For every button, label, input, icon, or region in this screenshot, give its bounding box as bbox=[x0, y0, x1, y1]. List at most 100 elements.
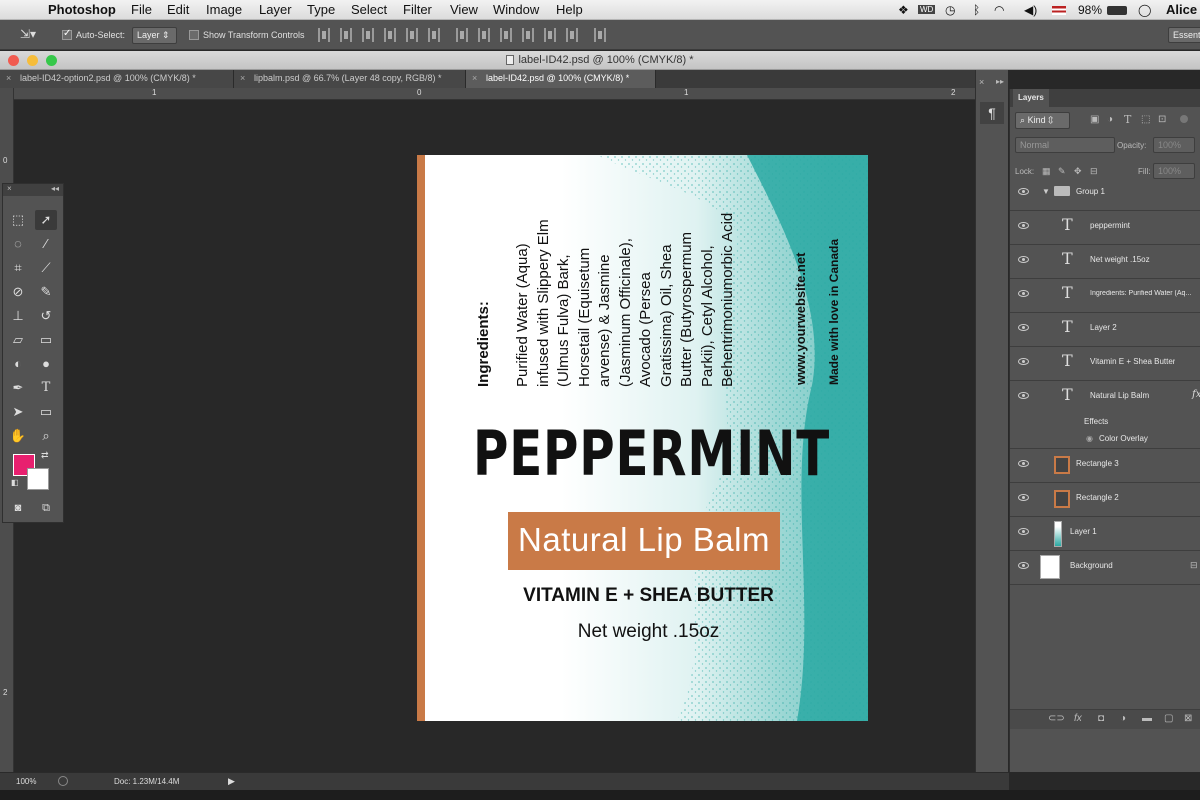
eye-icon[interactable] bbox=[1018, 392, 1029, 399]
screen-mode-icon[interactable]: ⧉ bbox=[35, 498, 57, 518]
tab-lipbalm[interactable]: × lipbalm.psd @ 66.7% (Layer 48 copy, RGB… bbox=[234, 70, 466, 88]
show-transform-checkbox[interactable] bbox=[189, 30, 199, 40]
status-export-icon[interactable] bbox=[58, 776, 68, 786]
menu-image[interactable]: Image bbox=[206, 2, 242, 17]
tab-label-id42[interactable]: × label-ID42.psd @ 100% (CMYK/8) * bbox=[466, 70, 656, 88]
battery-percent[interactable]: 98% bbox=[1078, 3, 1102, 17]
panel-close-icon[interactable]: × bbox=[7, 184, 12, 193]
hand-tool-icon[interactable]: ✋ bbox=[7, 426, 29, 446]
align-top-edges-icon[interactable] bbox=[318, 28, 330, 42]
swap-colors-icon[interactable]: ⇄ bbox=[41, 450, 49, 461]
layer-row-vitamin[interactable]: T Vitamin E + Shea Butter bbox=[1010, 347, 1200, 381]
menu-window[interactable]: Window bbox=[493, 2, 539, 17]
history-brush-tool-icon[interactable]: ↺ bbox=[35, 306, 57, 326]
layer-row-layer-1[interactable]: Layer 1 bbox=[1010, 517, 1200, 551]
auto-select-dropdown[interactable]: Layer ⇕ bbox=[132, 27, 177, 44]
lock-transparent-icon[interactable]: ▦ bbox=[1042, 166, 1051, 177]
menu-filter[interactable]: Filter bbox=[403, 2, 432, 17]
add-style-icon[interactable]: fx bbox=[1074, 713, 1082, 724]
new-group-icon[interactable]: ▬ bbox=[1142, 713, 1152, 724]
marquee-tool-icon[interactable]: ⬚ bbox=[7, 210, 29, 230]
adjustment-layer-icon[interactable]: ◑ bbox=[1120, 713, 1126, 724]
volume-icon[interactable]: ◀) bbox=[1024, 3, 1037, 17]
paragraph-panel-icon[interactable]: ¶ bbox=[980, 102, 1004, 124]
eye-icon[interactable] bbox=[1018, 528, 1029, 535]
menu-edit[interactable]: Edit bbox=[167, 2, 189, 17]
eye-icon[interactable] bbox=[1018, 256, 1029, 263]
eye-icon[interactable] bbox=[1018, 494, 1029, 501]
color-overlay-effect[interactable]: Color Overlay bbox=[1099, 434, 1148, 443]
tab-close-icon[interactable]: × bbox=[472, 70, 477, 87]
type-tool-icon[interactable]: T bbox=[35, 378, 57, 398]
distribute-top-icon[interactable] bbox=[456, 28, 468, 42]
filter-adjustment-icon[interactable]: ◑ bbox=[1107, 114, 1113, 125]
dodge-tool-icon[interactable]: ● bbox=[35, 354, 57, 374]
menu-help[interactable]: Help bbox=[556, 2, 583, 17]
brush-tool-icon[interactable]: ✎ bbox=[35, 282, 57, 302]
delete-layer-icon[interactable]: ⊠ bbox=[1184, 713, 1192, 724]
menu-file[interactable]: File bbox=[131, 2, 152, 17]
layer-row-ingredients[interactable]: T Ingredients: Purified Water (Aq... bbox=[1010, 279, 1200, 313]
minimize-window-button[interactable] bbox=[27, 55, 38, 66]
group-expand-icon[interactable]: ▼ bbox=[1042, 187, 1050, 196]
default-colors-icon[interactable]: ◧ bbox=[11, 478, 19, 487]
battery-icon[interactable] bbox=[1107, 6, 1127, 15]
crop-tool-icon[interactable]: ⌗ bbox=[7, 258, 29, 278]
distribute-left-icon[interactable] bbox=[522, 28, 534, 42]
filter-shape-icon[interactable]: ⬚ bbox=[1141, 114, 1150, 125]
add-mask-icon[interactable]: ◘ bbox=[1098, 713, 1104, 724]
filter-type-icon[interactable]: T bbox=[1124, 113, 1131, 126]
filter-pixel-icon[interactable]: ▣ bbox=[1090, 114, 1099, 125]
user-name[interactable]: Alice bbox=[1166, 2, 1197, 17]
magic-wand-tool-icon[interactable]: ⁄ bbox=[35, 234, 57, 254]
tab-close-icon[interactable]: × bbox=[240, 70, 245, 87]
distribute-hcenter-icon[interactable] bbox=[544, 28, 556, 42]
panel-close-icon[interactable]: × bbox=[979, 77, 984, 87]
distribute-bottom-icon[interactable] bbox=[500, 28, 512, 42]
lock-position-icon[interactable]: ✥ bbox=[1074, 166, 1082, 177]
eye-icon[interactable] bbox=[1018, 358, 1029, 365]
tab-close-icon[interactable]: × bbox=[6, 70, 11, 87]
link-layers-icon[interactable]: ⊂⊃ bbox=[1048, 713, 1065, 724]
panel-expand-icon[interactable]: ▸▸ bbox=[996, 77, 1004, 86]
layers-tab[interactable]: Layers bbox=[1013, 89, 1049, 107]
auto-align-layers-icon[interactable] bbox=[594, 28, 606, 42]
horizontal-ruler[interactable]: 1 0 1 2 bbox=[14, 88, 975, 100]
rectangle-tool-icon[interactable]: ▭ bbox=[35, 402, 57, 422]
align-horizontal-centers-icon[interactable] bbox=[406, 28, 418, 42]
filter-smart-object-icon[interactable]: ⊡ bbox=[1158, 114, 1166, 125]
us-flag-icon[interactable] bbox=[1052, 6, 1066, 15]
lasso-tool-icon[interactable]: ◌ bbox=[7, 234, 29, 254]
eraser-tool-icon[interactable]: ▱ bbox=[7, 330, 29, 350]
menu-select[interactable]: Select bbox=[351, 2, 387, 17]
dropbox-icon[interactable]: ❖ bbox=[898, 3, 909, 17]
background-color-swatch[interactable] bbox=[27, 468, 49, 490]
auto-select-checkbox[interactable] bbox=[62, 28, 72, 40]
opacity-input[interactable]: 100% bbox=[1153, 137, 1195, 153]
move-tool-preset-icon[interactable]: ⇲▾ bbox=[20, 27, 36, 41]
distribute-vcenter-icon[interactable] bbox=[478, 28, 490, 42]
blur-tool-icon[interactable]: ◐ bbox=[7, 354, 29, 374]
filter-toggle-icon[interactable] bbox=[1180, 115, 1188, 123]
wifi-icon[interactable]: ◠ bbox=[994, 3, 1004, 17]
bluetooth-icon[interactable]: ᛒ bbox=[973, 3, 980, 17]
pen-tool-icon[interactable]: ✒ bbox=[7, 378, 29, 398]
zoom-level[interactable]: 100% bbox=[16, 777, 36, 786]
path-selection-tool-icon[interactable]: ➤ bbox=[7, 402, 29, 422]
wd-drive-icon[interactable]: WD bbox=[918, 5, 936, 14]
layer-row-background[interactable]: Background ⊟ bbox=[1010, 551, 1200, 585]
healing-brush-tool-icon[interactable]: ⊘ bbox=[7, 282, 29, 302]
zoom-window-button[interactable] bbox=[46, 55, 57, 66]
close-window-button[interactable] bbox=[8, 55, 19, 66]
layer-filter-dropdown[interactable]: ⌕ Kind ⇕ bbox=[1015, 112, 1070, 129]
eye-icon[interactable] bbox=[1018, 562, 1029, 569]
eyedropper-tool-icon[interactable]: ⟋ bbox=[35, 258, 57, 278]
blend-mode-dropdown[interactable]: Normal bbox=[1015, 137, 1115, 153]
time-machine-icon[interactable]: ◷ bbox=[945, 3, 955, 17]
layer-row-layer-2[interactable]: T Layer 2 bbox=[1010, 313, 1200, 347]
menu-app-photoshop[interactable]: Photoshop bbox=[48, 2, 116, 17]
tools-panel-header[interactable]: × ◂◂ bbox=[3, 184, 63, 196]
eye-icon[interactable] bbox=[1018, 460, 1029, 467]
tab-label-option2[interactable]: × label-ID42-option2.psd @ 100% (CMYK/8) … bbox=[0, 70, 234, 88]
spotlight-icon[interactable]: ◯ bbox=[1138, 3, 1151, 17]
